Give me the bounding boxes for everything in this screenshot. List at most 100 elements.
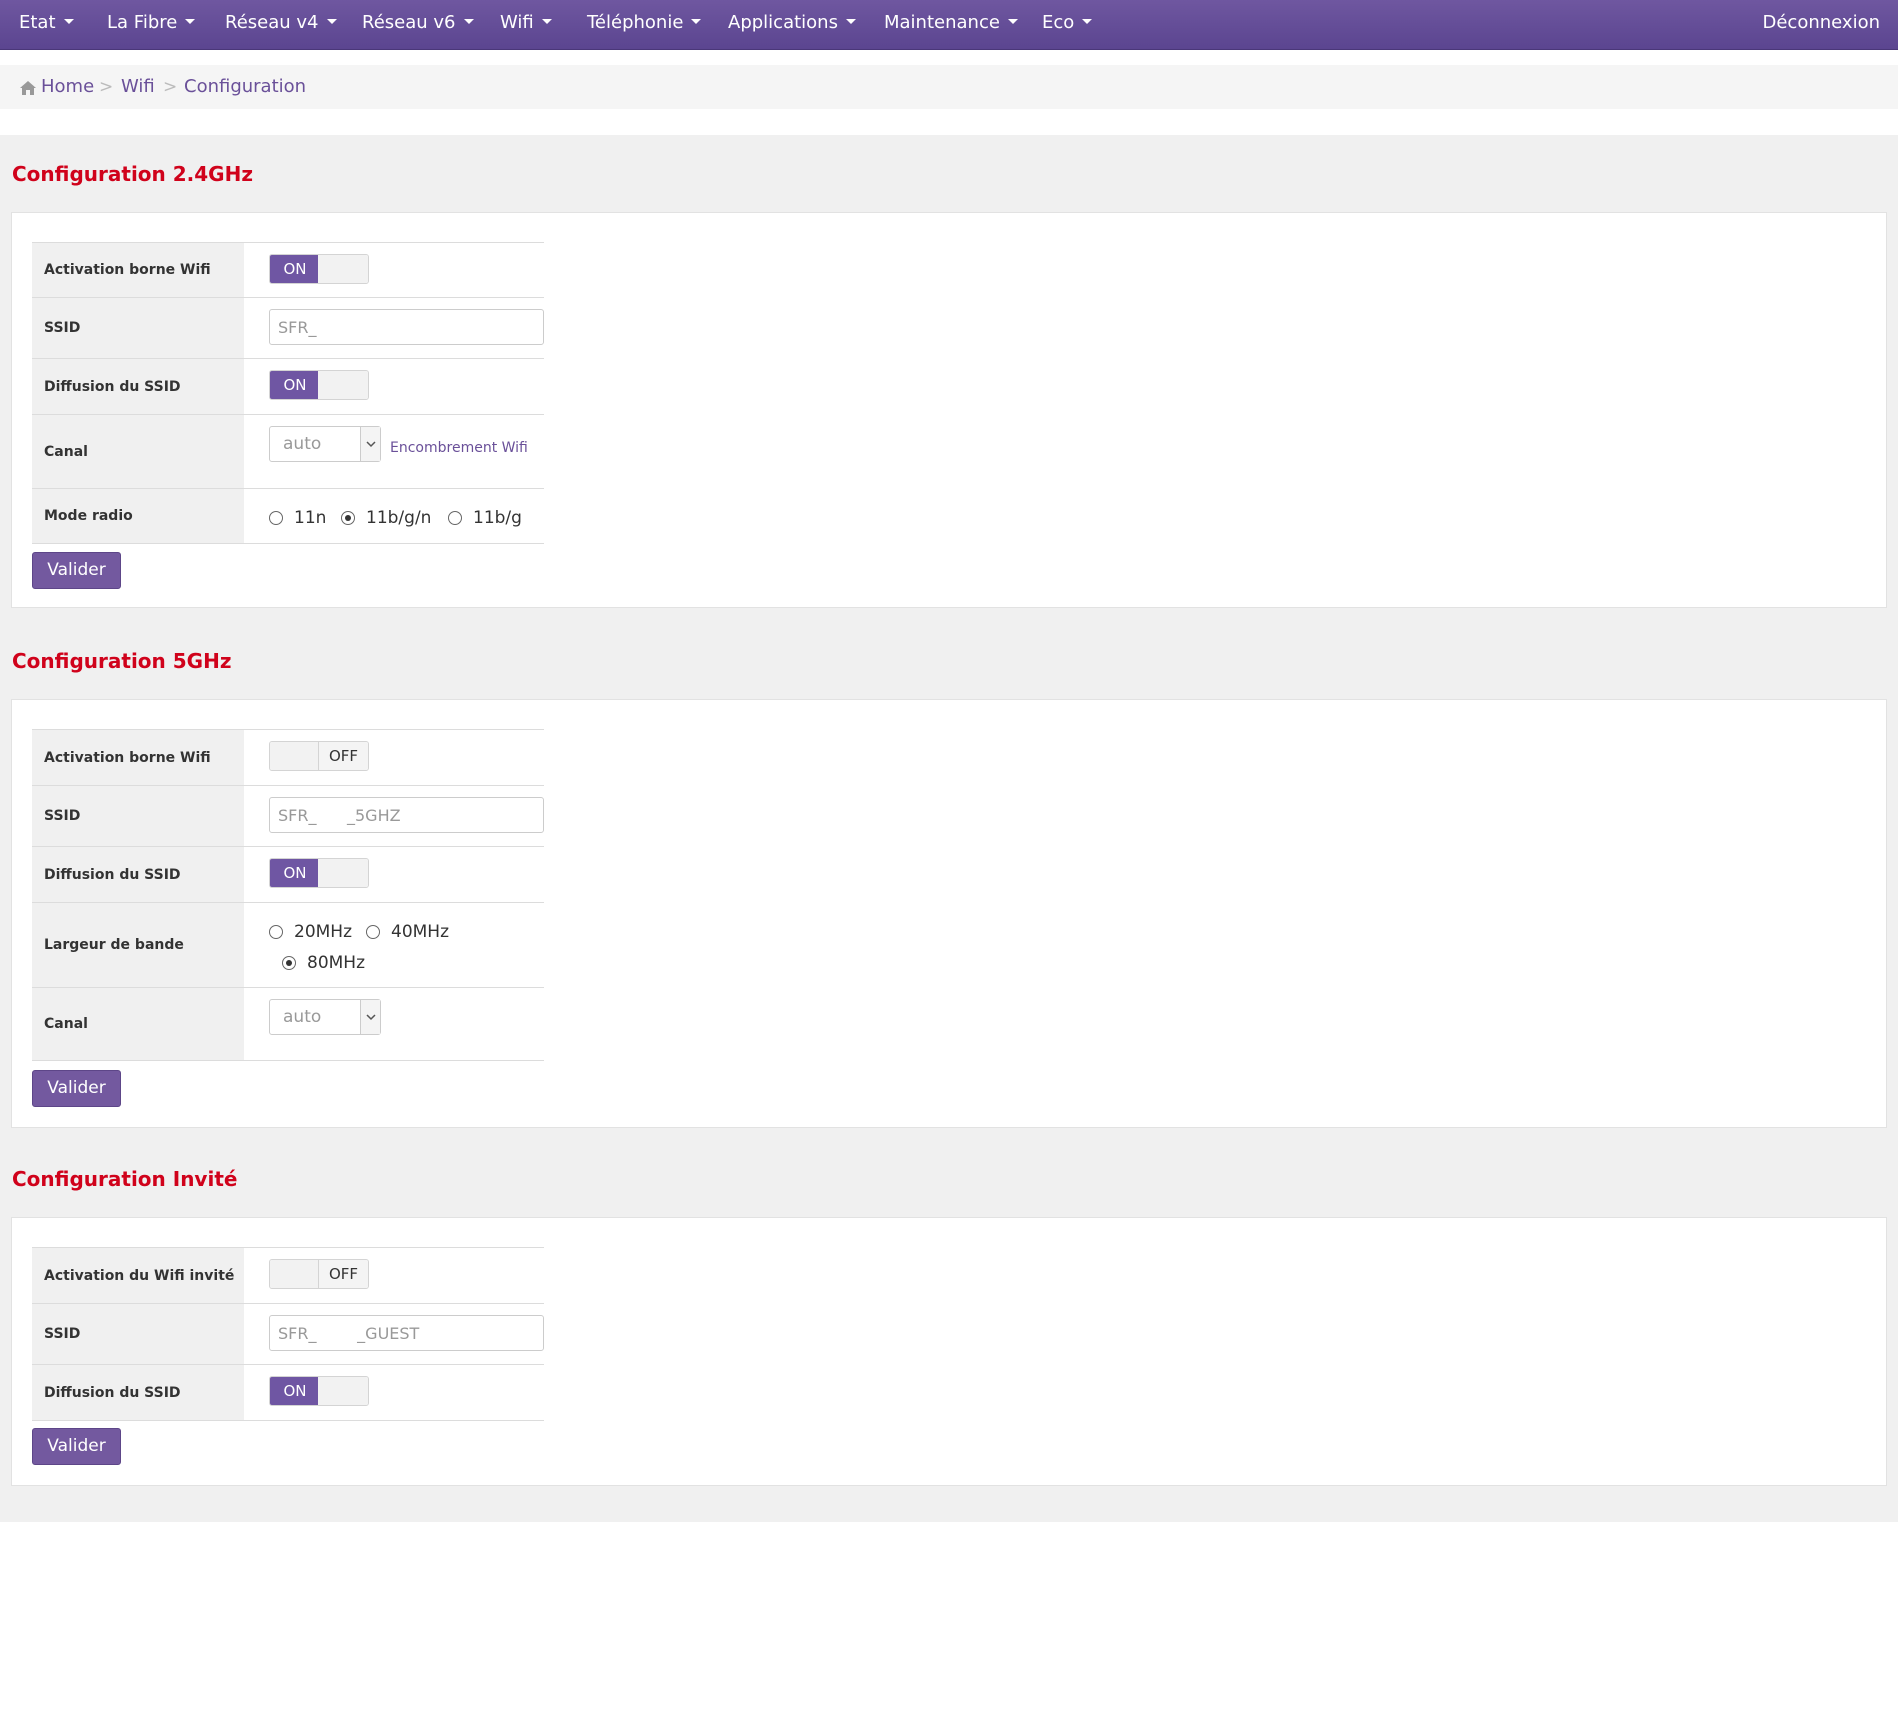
label-activation: Activation du Wifi invité: [44, 1267, 235, 1284]
caret-down-icon: [326, 18, 337, 24]
submit-2-4ghz-button[interactable]: Valider: [32, 552, 121, 589]
toggle-off-label: OFF: [318, 742, 368, 770]
section-title-2-4ghz: Configuration 2.4GHz: [12, 162, 253, 186]
row-channel: Canal auto Encombrement Wifi: [32, 414, 544, 488]
nav-label: Réseau v4: [225, 12, 319, 33]
channel-value: auto: [283, 434, 322, 454]
nav-menu-telephonie[interactable]: Téléphonie: [587, 0, 702, 45]
radio-40mhz[interactable]: [366, 925, 380, 939]
row-activation: Activation borne Wifi OFF: [32, 729, 544, 785]
wifi-congestion-link[interactable]: Encombrement Wifi: [390, 440, 528, 456]
radio-11n[interactable]: [269, 511, 283, 525]
label-broadcast: Diffusion du SSID: [44, 1384, 181, 1401]
radio-label-11bgn: 11b/g/n: [366, 508, 432, 528]
caret-down-icon: [1007, 18, 1018, 24]
logout-link[interactable]: Déconnexion: [1763, 0, 1881, 45]
activation-toggle[interactable]: ON: [269, 254, 369, 284]
row-ssid: SSID: [32, 297, 544, 358]
label-channel: Canal: [44, 443, 88, 460]
caret-down-icon: [185, 18, 196, 24]
guest-activation-toggle[interactable]: OFF: [269, 1259, 369, 1289]
top-navbar: Etat La Fibre Réseau v4 Réseau v6 Wifi T…: [0, 0, 1898, 50]
toggle-knob: [318, 1377, 368, 1405]
label-ssid: SSID: [44, 808, 81, 824]
nav-label: Wifi: [500, 12, 534, 33]
caret-down-icon: [845, 18, 856, 24]
toggle-on-label: ON: [270, 371, 320, 399]
breadcrumb-separator: >: [163, 77, 178, 97]
submit-guest-button[interactable]: Valider: [32, 1428, 121, 1465]
radio-20mhz[interactable]: [269, 925, 283, 939]
caret-down-icon: [63, 18, 74, 24]
toggle-on-label: ON: [270, 255, 320, 283]
radio-label-40mhz: 40MHz: [391, 922, 450, 942]
submit-5ghz-button[interactable]: Valider: [32, 1070, 121, 1107]
nav-label: Etat: [19, 12, 56, 33]
panel-5ghz: Activation borne Wifi OFF SSID Diffusion…: [11, 699, 1887, 1128]
nav-menu-applications[interactable]: Applications: [728, 0, 856, 45]
radio-label-11n: 11n: [294, 508, 327, 528]
row-bandwidth: Largeur de bande 20MHz 40MHz 80MHz: [32, 902, 544, 987]
toggle-knob: [318, 371, 368, 399]
channel-select[interactable]: auto: [269, 999, 381, 1035]
label-broadcast: Diffusion du SSID: [44, 378, 181, 395]
channel-select[interactable]: auto: [269, 426, 381, 462]
breadcrumb-separator: >: [99, 77, 114, 97]
ssid-input[interactable]: [269, 797, 544, 833]
toggle-on-label: ON: [270, 1377, 320, 1405]
breadcrumb-current: Configuration: [184, 76, 307, 97]
radio-80mhz[interactable]: [282, 956, 296, 970]
nav-menu-reseau-v6[interactable]: Réseau v6: [362, 0, 474, 45]
panel-2-4ghz: Activation borne Wifi ON SSID Diffusion …: [11, 212, 1887, 608]
nav-menu-eco[interactable]: Eco: [1042, 0, 1093, 45]
breadcrumb-wifi-link[interactable]: Wifi: [121, 75, 155, 99]
logout-label: Déconnexion: [1762, 12, 1881, 33]
nav-label: Applications: [728, 12, 838, 33]
broadcast-toggle[interactable]: ON: [269, 858, 369, 888]
caret-down-icon: [541, 18, 552, 24]
ssid-input[interactable]: [269, 309, 544, 345]
toggle-knob: [270, 742, 320, 770]
label-activation: Activation borne Wifi: [44, 749, 211, 766]
activation-toggle[interactable]: OFF: [269, 741, 369, 771]
label-ssid: SSID: [44, 320, 81, 336]
section-title-guest: Configuration Invité: [12, 1167, 238, 1191]
nav-menu-etat[interactable]: Etat: [19, 0, 74, 45]
row-activation: Activation borne Wifi ON: [32, 242, 544, 297]
nav-menu-la-fibre[interactable]: La Fibre: [107, 0, 196, 45]
nav-label: Téléphonie: [587, 12, 684, 33]
nav-label: Maintenance: [884, 12, 1000, 33]
main-content: Configuration 2.4GHz Activation borne Wi…: [0, 135, 1898, 1522]
toggle-on-label: ON: [270, 859, 320, 887]
label-channel: Canal: [44, 1016, 88, 1032]
breadcrumb: Home > Wifi > Configuration: [0, 65, 1898, 109]
radio-label-11bg: 11b/g: [473, 508, 522, 528]
nav-menu-reseau-v4[interactable]: Réseau v4: [225, 0, 337, 45]
ssid-input[interactable]: [269, 1315, 544, 1351]
breadcrumb-home-link[interactable]: Home: [41, 75, 94, 99]
nav-menu-wifi[interactable]: Wifi: [500, 0, 552, 45]
label-broadcast: Diffusion du SSID: [44, 866, 181, 883]
nav-label: Eco: [1042, 12, 1075, 33]
label-ssid: SSID: [44, 1326, 81, 1342]
toggle-knob: [318, 859, 368, 887]
channel-value: auto: [283, 1007, 322, 1027]
chevron-down-icon: [360, 427, 380, 461]
toggle-off-label: OFF: [318, 1260, 368, 1288]
caret-down-icon: [1082, 18, 1093, 24]
broadcast-toggle[interactable]: ON: [269, 370, 369, 400]
row-broadcast: Diffusion du SSID ON: [32, 1364, 544, 1421]
nav-label: Réseau v6: [362, 12, 456, 33]
nav-menu-maintenance[interactable]: Maintenance: [884, 0, 1018, 45]
row-channel: Canal auto: [32, 987, 544, 1061]
radio-label-80mhz: 80MHz: [307, 953, 366, 973]
chevron-down-icon: [360, 1000, 380, 1034]
radio-11bgn[interactable]: [341, 511, 355, 525]
radio-11bg[interactable]: [448, 511, 462, 525]
panel-guest: Activation du Wifi invité OFF SSID Diffu…: [11, 1217, 1887, 1486]
section-title-5ghz: Configuration 5GHz: [12, 649, 232, 673]
broadcast-toggle[interactable]: ON: [269, 1376, 369, 1406]
radio-label-20mhz: 20MHz: [294, 922, 353, 942]
nav-label: La Fibre: [107, 12, 178, 33]
toggle-knob: [318, 255, 368, 283]
